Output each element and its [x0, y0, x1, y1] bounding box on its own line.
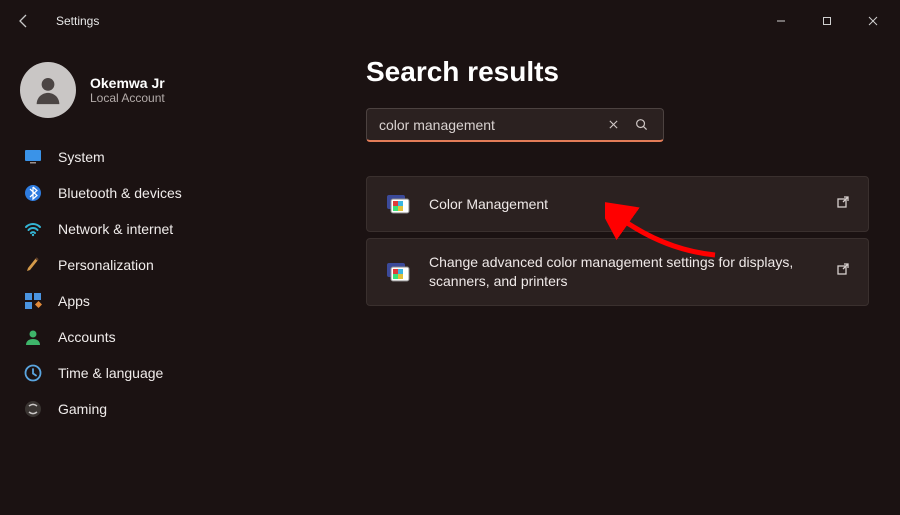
- page-heading: Search results: [366, 56, 878, 88]
- titlebar-left: Settings: [12, 9, 99, 33]
- sidebar-item-label: System: [58, 149, 105, 165]
- sidebar-item-bluetooth[interactable]: Bluetooth & devices: [14, 176, 284, 210]
- open-external-icon: [836, 262, 850, 281]
- wifi-icon: [24, 220, 42, 238]
- sidebar-item-gaming[interactable]: Gaming: [14, 392, 284, 426]
- close-button[interactable]: [850, 5, 896, 37]
- result-item-advanced-color[interactable]: Change advanced color management setting…: [366, 238, 869, 306]
- sidebar-item-label: Gaming: [58, 401, 107, 417]
- open-external-icon: [836, 195, 850, 214]
- color-management-icon: [385, 191, 411, 217]
- back-button[interactable]: [12, 9, 36, 33]
- sidebar-item-label: Personalization: [58, 257, 154, 273]
- app-title: Settings: [56, 14, 99, 28]
- accounts-icon: [24, 328, 42, 346]
- color-management-icon: [385, 259, 411, 285]
- search-icon[interactable]: [627, 111, 655, 139]
- bluetooth-icon: [24, 184, 42, 202]
- user-block[interactable]: Okemwa Jr Local Account: [14, 54, 284, 140]
- sidebar-item-label: Network & internet: [58, 221, 173, 237]
- sidebar-item-personalization[interactable]: Personalization: [14, 248, 284, 282]
- search-input[interactable]: [379, 117, 599, 133]
- titlebar: Settings: [0, 0, 900, 42]
- sidebar-item-accounts[interactable]: Accounts: [14, 320, 284, 354]
- sidebar-item-system[interactable]: System: [14, 140, 284, 174]
- sidebar-item-network[interactable]: Network & internet: [14, 212, 284, 246]
- search-box[interactable]: [366, 108, 664, 142]
- avatar: [20, 62, 76, 118]
- user-name: Okemwa Jr: [90, 75, 165, 91]
- user-subtitle: Local Account: [90, 91, 165, 105]
- clock-icon: [24, 364, 42, 382]
- nav-list: System Bluetooth & devices Network & int…: [14, 140, 284, 426]
- sidebar-item-label: Time & language: [58, 365, 163, 381]
- apps-icon: [24, 292, 42, 310]
- person-icon: [31, 73, 65, 107]
- maximize-button[interactable]: [804, 5, 850, 37]
- result-item-color-management[interactable]: Color Management: [366, 176, 869, 232]
- result-label: Change advanced color management setting…: [429, 253, 818, 291]
- gaming-icon: [24, 400, 42, 418]
- system-icon: [24, 148, 42, 166]
- sidebar: Okemwa Jr Local Account System Bluetooth…: [4, 42, 294, 515]
- minimize-button[interactable]: [758, 5, 804, 37]
- sidebar-item-time[interactable]: Time & language: [14, 356, 284, 390]
- sidebar-item-label: Apps: [58, 293, 90, 309]
- main-content: Search results Color Management Change: [294, 42, 900, 515]
- sidebar-item-apps[interactable]: Apps: [14, 284, 284, 318]
- paintbrush-icon: [24, 256, 42, 274]
- sidebar-item-label: Accounts: [58, 329, 116, 345]
- sidebar-item-label: Bluetooth & devices: [58, 185, 182, 201]
- result-label: Color Management: [429, 195, 818, 214]
- window-controls: [758, 5, 896, 37]
- clear-search-button[interactable]: [599, 111, 627, 139]
